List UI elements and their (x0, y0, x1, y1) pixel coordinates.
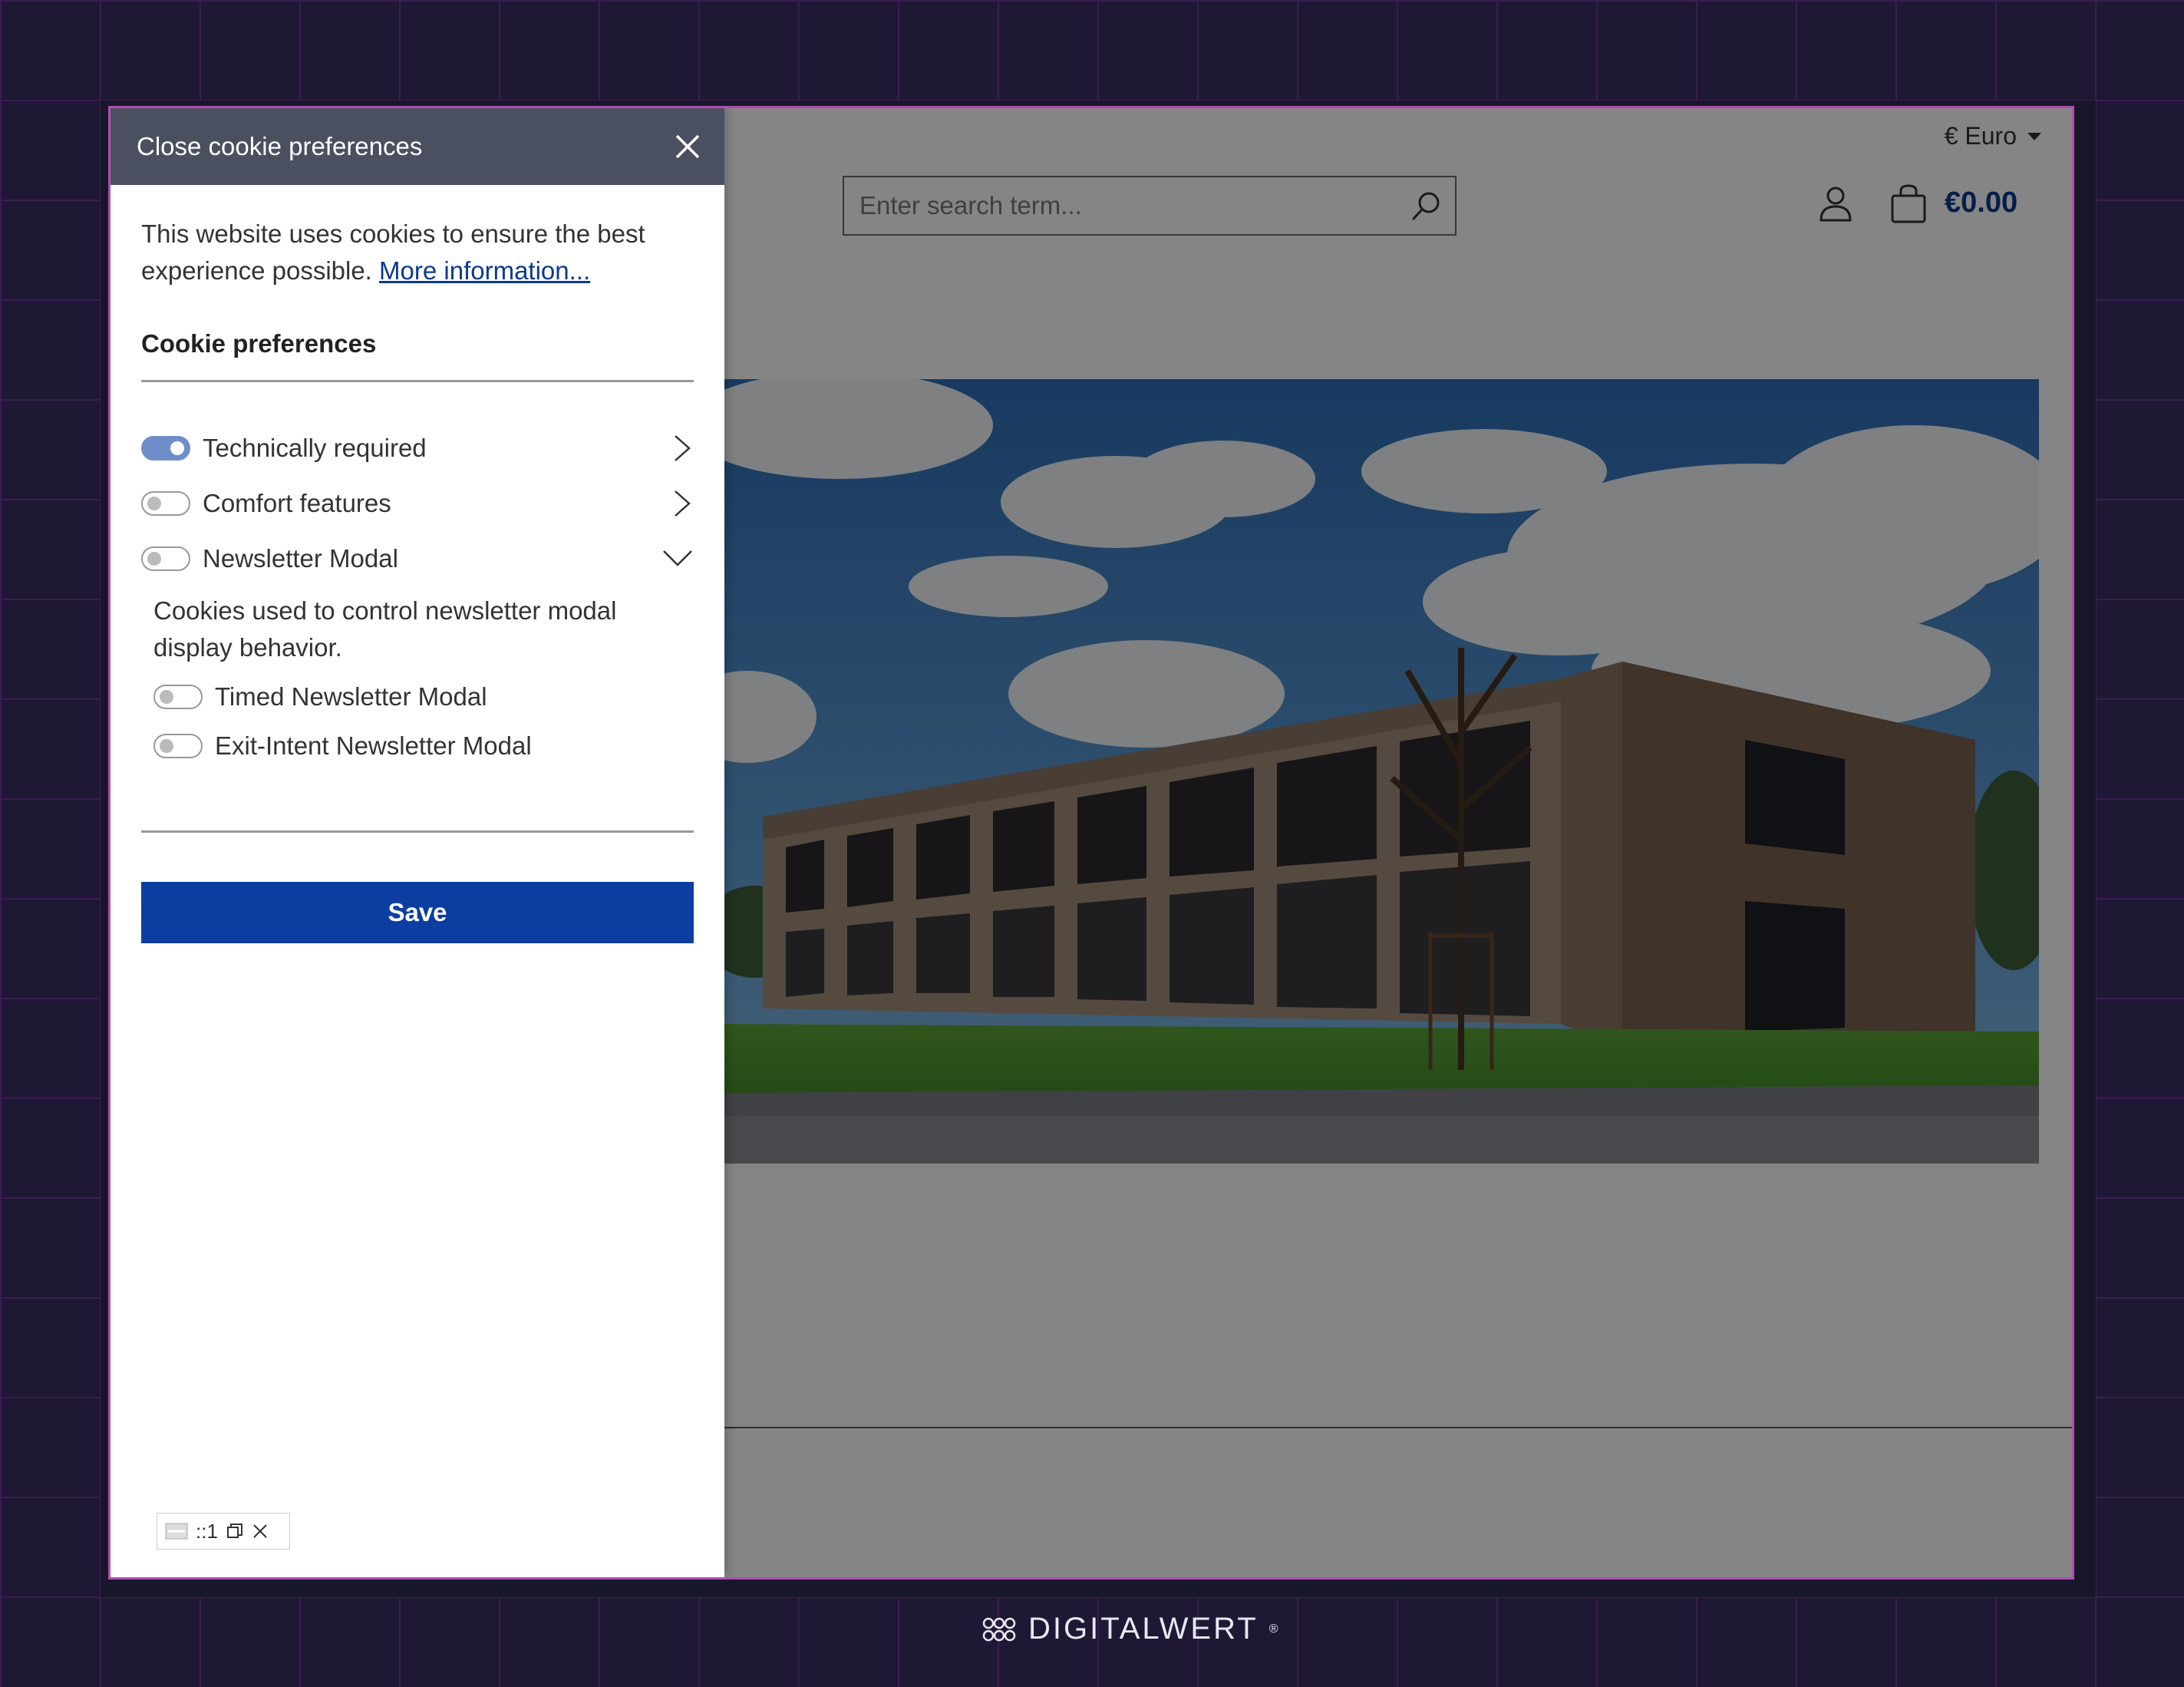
panel-divider (141, 830, 694, 833)
item-label: Exit-Intent Newsletter Modal (215, 731, 532, 760)
chevron-right-icon[interactable] (666, 490, 694, 517)
toggle-technically-required[interactable] (141, 436, 190, 461)
newsletter-description: Cookies used to control newsletter modal… (153, 596, 617, 662)
digitalwert-logo-icon (982, 1617, 1016, 1641)
cookie-preferences-panel: Close cookie preferences This website us… (111, 108, 724, 1577)
restore-window-icon[interactable] (226, 1522, 244, 1540)
cookie-item-timed-newsletter[interactable]: Timed Newsletter Modal (153, 672, 694, 721)
registered-mark: ® (1269, 1622, 1281, 1636)
save-button[interactable]: Save (141, 882, 694, 943)
toggle-knob (170, 441, 184, 455)
toggle-knob (147, 497, 161, 510)
image-icon (165, 1523, 188, 1540)
cookie-item-exit-intent-newsletter[interactable]: Exit-Intent Newsletter Modal (153, 721, 694, 771)
toggle-knob (160, 690, 173, 704)
toggle-knob (147, 552, 161, 566)
chevron-right-icon[interactable] (666, 434, 694, 462)
toggle-comfort-features[interactable] (141, 491, 190, 516)
group-label: Comfort features (203, 489, 391, 517)
cookie-group-comfort-features[interactable]: Comfort features (141, 476, 694, 531)
more-information-link[interactable]: More information... (379, 256, 590, 285)
group-label: Newsletter Modal (203, 544, 398, 573)
digitalwert-logo: DIGITALWERT ® (981, 1612, 1280, 1646)
item-label: Timed Newsletter Modal (215, 682, 487, 711)
group-label: Technically required (203, 434, 427, 462)
toggle-newsletter-modal[interactable] (141, 546, 190, 571)
toolbar-text: ::1 (196, 1519, 218, 1543)
cookie-group-technically-required[interactable]: Technically required (141, 421, 694, 476)
debug-toolbar: ::1 (157, 1513, 290, 1550)
close-icon[interactable] (674, 133, 701, 160)
chevron-down-icon[interactable] (661, 545, 694, 573)
cookie-group-newsletter-modal[interactable]: Newsletter Modal (141, 531, 694, 586)
panel-body: This website uses cookies to ensure the … (111, 216, 724, 943)
close-icon[interactable] (252, 1523, 269, 1540)
cookie-preferences-heading: Cookie preferences (141, 329, 694, 382)
panel-header: Close cookie preferences (111, 108, 724, 185)
brand-name: DIGITALWERT (1028, 1612, 1259, 1646)
toggle-timed-newsletter[interactable] (153, 685, 203, 709)
toggle-exit-intent-newsletter[interactable] (153, 734, 203, 758)
cookie-intro: This website uses cookies to ensure the … (141, 216, 694, 289)
toggle-knob (160, 739, 173, 753)
browser-viewport: € Euro €0.00 (108, 106, 2074, 1580)
newsletter-modal-details: Cookies used to control newsletter modal… (141, 593, 694, 771)
panel-title: Close cookie preferences (137, 132, 423, 160)
